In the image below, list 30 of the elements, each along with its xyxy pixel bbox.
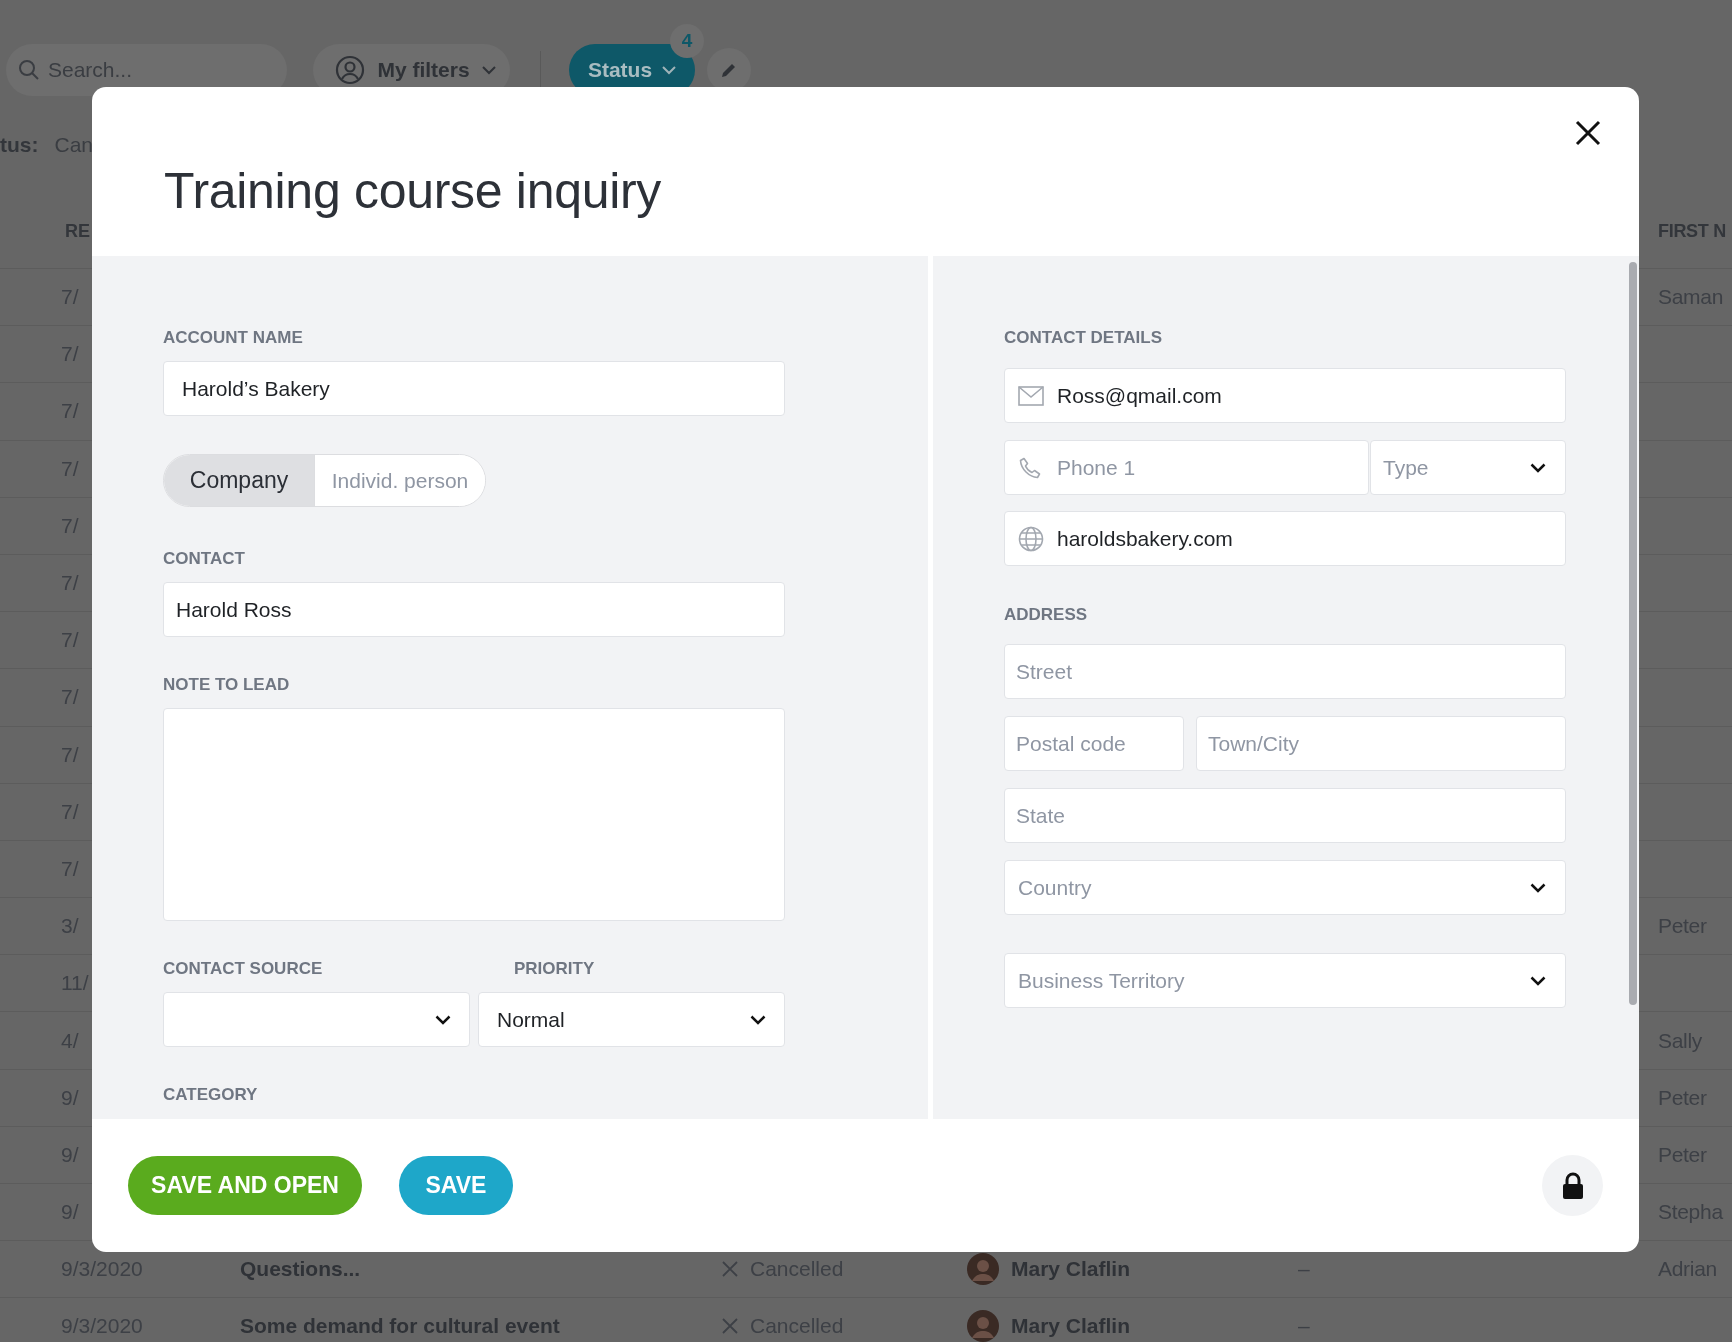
account-name-field[interactable]: Harold’s Bakery: [163, 361, 785, 416]
field-label: CONTACT: [163, 548, 246, 570]
table-cell: –: [1298, 1314, 1310, 1338]
priority-dropdown[interactable]: Normal: [478, 992, 785, 1047]
table-cell: Questions...: [240, 1257, 361, 1281]
table-cell: Mary Claflin: [1011, 1257, 1131, 1282]
table-cell: Mary Claflin: [1011, 1314, 1131, 1339]
contact-field[interactable]: Harold Ross: [163, 582, 785, 637]
field-label: ADDRESS: [1004, 604, 1089, 626]
postal-code-field[interactable]: Postal code: [1004, 716, 1184, 771]
toggle-option[interactable]: Company: [164, 455, 315, 506]
street-field[interactable]: Street: [1004, 644, 1566, 699]
field-label: CONTACT SOURCE: [163, 958, 324, 980]
business-territory-dropdown[interactable]: Business Territory: [1004, 953, 1566, 1008]
table-cell: Some demand for cultural event: [240, 1314, 560, 1338]
phone-type-dropdown[interactable]: Type: [1370, 440, 1566, 495]
count-badge: 4: [670, 24, 704, 58]
field-label: CATEGORY: [163, 1084, 259, 1106]
field-label: PRIORITY: [514, 958, 596, 980]
email-field[interactable]: Ross@qmail.com: [1004, 368, 1566, 423]
city-field[interactable]: Town/City: [1196, 716, 1566, 771]
website-field[interactable]: haroldsbakery.com: [1004, 511, 1566, 566]
field-label: ACCOUNT NAME: [163, 327, 304, 349]
country-dropdown[interactable]: Country: [1004, 860, 1566, 915]
table-cell: –: [1298, 1257, 1310, 1281]
field-label: NOTE TO LEAD: [163, 674, 291, 696]
state-field[interactable]: State: [1004, 788, 1566, 843]
field-label: CONTACT DETAILS: [1004, 327, 1164, 349]
phone-field[interactable]: Phone 1: [1004, 440, 1369, 495]
dialog-title: Training course inquiry: [164, 161, 662, 220]
